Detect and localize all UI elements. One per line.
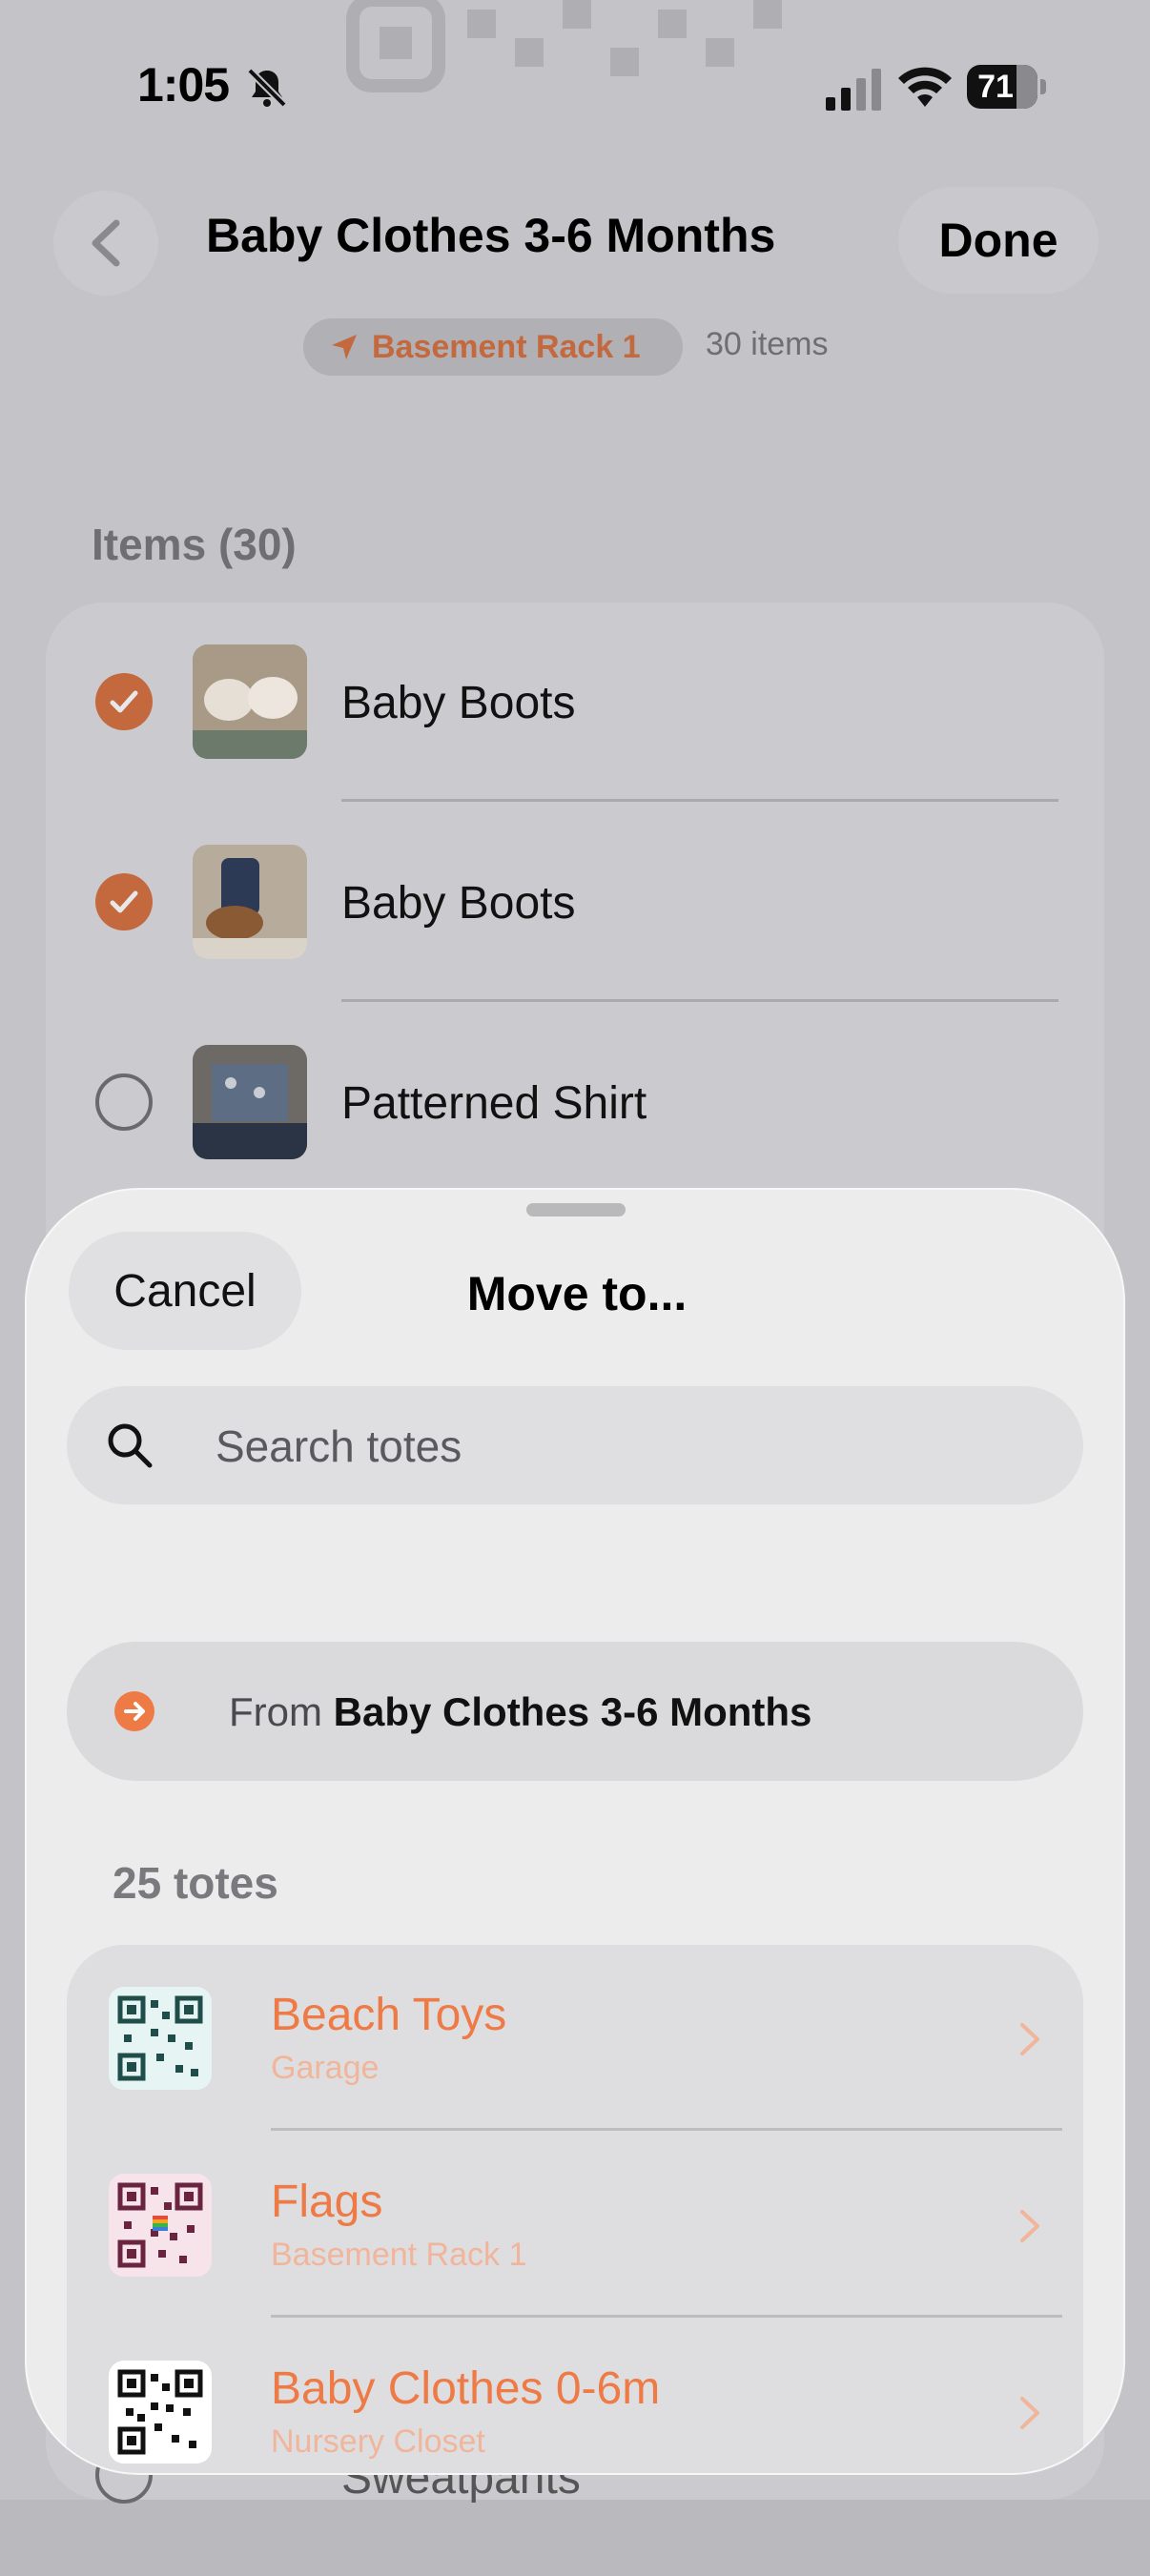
location-label: Basement Rack 1 [372,328,641,365]
wifi-icon [898,67,952,107]
from-tote-row: From Baby Clothes 3-6 Months [67,1642,1083,1781]
tote-location: Basement Rack 1 [271,2237,527,2273]
chevron-right-icon [1020,2210,1039,2242]
item-label: Baby Boots [341,678,576,728]
tote-name: Beach Toys [271,1990,507,2040]
bell-slash-icon [247,68,287,108]
qr-code-icon [109,2361,212,2464]
tote-row[interactable]: Beach Toys Garage [67,1945,1083,2132]
checkmark-icon [110,690,138,713]
signal-icon [826,69,881,111]
item-thumbnail [193,644,307,759]
from-tote-name: Baby Clothes 3-6 Months [333,1689,812,1734]
tote-location: Nursery Closet [271,2423,485,2460]
item-count: 30 items [706,326,829,362]
tote-name: Baby Clothes 0-6m [271,2363,661,2414]
from-prefix: From [229,1689,322,1734]
checkbox-checked[interactable] [95,873,153,930]
item-label: Baby Boots [341,878,576,929]
done-button[interactable]: Done [898,187,1099,294]
search-field[interactable]: Search totes [67,1386,1083,1504]
search-placeholder: Search totes [216,1421,462,1471]
back-button[interactable] [53,191,158,296]
list-item[interactable]: Baby Boots [46,603,1104,803]
tote-row[interactable]: Baby Clothes 0-6m Nursery Closet [67,2319,1083,2473]
page-title: Baby Clothes 3-6 Months [206,209,776,262]
location-badge[interactable]: Basement Rack 1 [303,318,683,376]
item-thumbnail [193,1045,307,1159]
checkbox-checked[interactable] [95,673,153,730]
list-item[interactable]: Patterned Shirt [46,1003,1104,1203]
item-label: Patterned Shirt [341,1078,647,1129]
checkmark-icon [110,890,138,913]
checkbox-unchecked[interactable] [95,1073,153,1131]
totes-count: 25 totes [113,1858,278,1908]
status-time: 1:05 [137,58,230,112]
tote-row[interactable]: Flags Basement Rack 1 [67,2132,1083,2319]
from-label: From Baby Clothes 3-6 Months [229,1689,811,1735]
sheet-title: Move to... [466,1267,688,1320]
tote-location: Garage [271,2050,380,2086]
totes-list: Beach Toys Garage Flags Basement Rack 1 [67,1945,1083,2473]
items-section-title: Items (30) [92,520,297,569]
search-icon [108,1423,153,1468]
location-arrow-icon [332,335,357,359]
list-item[interactable]: Baby Boots [46,803,1104,1003]
move-to-sheet: Cancel Move to... Search totes From Baby… [25,1188,1125,2475]
qr-code-icon [109,2174,212,2277]
qr-code-icon [109,1987,212,2090]
status-bar: 1:05 71 [0,57,1150,133]
back-chevron-icon [92,219,120,267]
sheet-grabber[interactable] [526,1203,626,1216]
item-thumbnail [193,845,307,959]
battery-icon: 71 [967,65,1047,111]
chevron-right-icon [1020,2397,1039,2429]
arrow-right-circle-icon [114,1691,154,1731]
tote-name: Flags [271,2177,383,2227]
chevron-right-icon [1020,2023,1039,2055]
battery-level: 71 [977,69,1014,105]
